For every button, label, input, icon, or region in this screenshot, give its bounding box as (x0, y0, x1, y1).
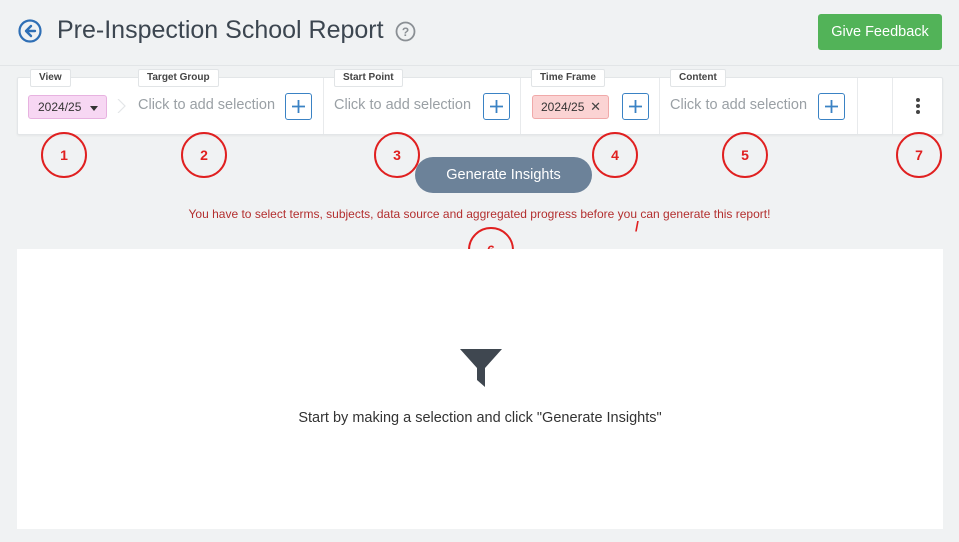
annotation-marker-4: 4 (592, 132, 638, 178)
filter-content[interactable]: Content Click to add selection (660, 69, 858, 134)
annotation-marker-7: 7 (896, 132, 942, 178)
plus-icon (292, 100, 305, 113)
filter-bar: View 2024/25 Target Group Click to add s… (17, 69, 943, 135)
add-content-button[interactable] (818, 93, 845, 120)
annotation-marker-2: 2 (181, 132, 227, 178)
page-header: Pre-Inspection School Report ? Give Feed… (0, 0, 959, 66)
filter-view-label: View (30, 69, 71, 87)
filter-time-frame-label: Time Frame (531, 69, 605, 87)
filter-view: View 2024/25 (18, 69, 118, 134)
target-group-placeholder[interactable]: Click to add selection (138, 97, 275, 113)
view-selector[interactable]: 2024/25 (28, 95, 107, 119)
more-vertical-icon[interactable] (892, 78, 942, 134)
svg-text:?: ? (402, 25, 409, 39)
funnel-icon (460, 349, 502, 387)
annotation-marker-1: 1 (41, 132, 87, 178)
content-placeholder[interactable]: Click to add selection (670, 97, 807, 113)
chevron-down-icon (90, 106, 98, 111)
close-icon[interactable]: ✕ (590, 99, 601, 115)
filter-start-point-label: Start Point (334, 69, 403, 87)
view-value: 2024/25 (38, 100, 82, 114)
time-frame-value: 2024/25 (541, 100, 585, 114)
filter-target-group-label: Target Group (138, 69, 219, 87)
annotation-stroke: / (635, 218, 639, 234)
add-target-group-button[interactable] (285, 93, 312, 120)
time-frame-chip: 2024/25 ✕ (532, 95, 609, 119)
validation-warning: You have to select terms, subjects, data… (188, 207, 771, 221)
plus-icon (629, 100, 642, 113)
filter-start-point[interactable]: Start Point Click to add selection (324, 69, 521, 134)
give-feedback-button[interactable]: Give Feedback (818, 14, 942, 50)
add-time-frame-button[interactable] (622, 93, 649, 120)
filter-time-frame: Time Frame 2024/25 ✕ (521, 69, 660, 134)
page-title: Pre-Inspection School Report (57, 16, 384, 44)
start-point-placeholder[interactable]: Click to add selection (334, 97, 471, 113)
filter-content-label: Content (670, 69, 726, 87)
add-start-point-button[interactable] (483, 93, 510, 120)
empty-state-message: Start by making a selection and click "G… (298, 410, 662, 426)
plus-icon (490, 100, 503, 113)
plus-icon (825, 100, 838, 113)
annotation-marker-3: 3 (374, 132, 420, 178)
filter-target-group[interactable]: Target Group Click to add selection (118, 69, 324, 134)
back-arrow-icon[interactable] (18, 19, 42, 43)
annotation-marker-5: 5 (722, 132, 768, 178)
generate-insights-button[interactable]: Generate Insights (415, 157, 592, 193)
help-icon[interactable]: ? (395, 21, 416, 42)
insights-panel: Start by making a selection and click "G… (17, 249, 943, 529)
